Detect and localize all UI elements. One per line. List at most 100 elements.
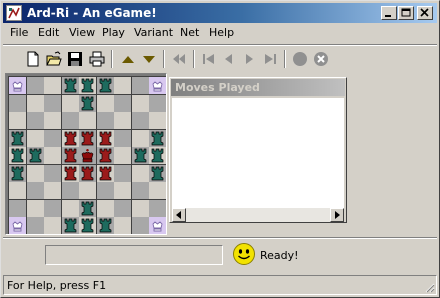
new-game-button[interactable] — [23, 49, 43, 69]
board-square[interactable] — [79, 94, 96, 112]
attacker-piece-icon[interactable] — [29, 148, 42, 163]
board-square[interactable] — [96, 129, 114, 147]
board-square[interactable] — [114, 199, 131, 217]
next-move-button[interactable] — [239, 49, 259, 69]
board-square[interactable] — [96, 199, 114, 217]
board-square[interactable] — [26, 147, 44, 164]
board-square[interactable] — [131, 129, 149, 147]
board-square[interactable] — [114, 112, 131, 129]
defender-piece-icon[interactable] — [64, 131, 77, 146]
attacker-piece-icon[interactable] — [134, 148, 147, 163]
board-square[interactable] — [79, 77, 96, 94]
board-square[interactable] — [61, 94, 79, 112]
menu-net[interactable]: Net — [180, 26, 199, 39]
board-square[interactable] — [149, 147, 166, 164]
board-square[interactable] — [96, 77, 114, 94]
board-square[interactable] — [131, 94, 149, 112]
menu-edit[interactable]: Edit — [38, 26, 59, 39]
rewind-button[interactable] — [169, 49, 189, 69]
defender-piece-icon[interactable] — [99, 131, 112, 146]
menu-view[interactable]: View — [69, 26, 95, 39]
board-square[interactable] — [131, 77, 149, 94]
board-square[interactable] — [79, 199, 96, 217]
board-square[interactable] — [26, 94, 44, 112]
board-square[interactable] — [131, 164, 149, 182]
board-square[interactable] — [26, 129, 44, 147]
open-button[interactable] — [44, 49, 64, 69]
board-square[interactable] — [114, 217, 131, 234]
scroll-right-button[interactable] — [330, 208, 344, 222]
board-square[interactable] — [9, 164, 26, 182]
attacker-piece-icon[interactable] — [81, 201, 94, 216]
board-square[interactable] — [114, 77, 131, 94]
cancel-button[interactable] — [311, 49, 331, 69]
board-square[interactable] — [44, 77, 61, 94]
stop-button[interactable] — [290, 49, 310, 69]
board-square[interactable] — [44, 164, 61, 182]
attacker-piece-icon[interactable] — [81, 78, 94, 93]
save-button[interactable] — [65, 49, 85, 69]
board-square[interactable] — [131, 147, 149, 164]
menu-variant[interactable]: Variant — [134, 26, 173, 39]
board-square[interactable] — [26, 112, 44, 129]
board-square[interactable] — [96, 94, 114, 112]
attacker-piece-icon[interactable] — [64, 78, 77, 93]
defender-piece-icon[interactable] — [81, 166, 94, 181]
attacker-piece-icon[interactable] — [99, 218, 112, 233]
board-square[interactable] — [149, 199, 166, 217]
board-square[interactable] — [96, 147, 114, 164]
board-square[interactable] — [114, 94, 131, 112]
board-corner-square[interactable] — [9, 217, 26, 234]
board-square[interactable] — [131, 199, 149, 217]
close-button[interactable] — [417, 6, 433, 20]
board-square[interactable] — [114, 129, 131, 147]
app-icon[interactable] — [6, 5, 22, 21]
last-move-button[interactable] — [260, 49, 280, 69]
board-square[interactable] — [9, 182, 26, 199]
board-square[interactable] — [149, 164, 166, 182]
board-square[interactable] — [114, 182, 131, 199]
board-square[interactable] — [61, 112, 79, 129]
board-square[interactable] — [131, 217, 149, 234]
board-square[interactable] — [9, 129, 26, 147]
board-square[interactable] — [79, 182, 96, 199]
board-corner-square[interactable] — [149, 217, 166, 234]
board-square[interactable] — [114, 147, 131, 164]
board-square[interactable] — [61, 147, 79, 164]
board-square[interactable] — [61, 217, 79, 234]
board-square[interactable] — [26, 77, 44, 94]
board-square[interactable] — [149, 112, 166, 129]
board-square[interactable] — [26, 217, 44, 234]
king-piece-icon[interactable] — [80, 148, 95, 163]
attacker-piece-icon[interactable] — [11, 148, 24, 163]
board-square[interactable] — [79, 217, 96, 234]
attacker-piece-icon[interactable] — [151, 166, 164, 181]
board-square[interactable] — [26, 182, 44, 199]
board-square[interactable] — [96, 164, 114, 182]
board-square[interactable] — [131, 182, 149, 199]
board-square[interactable] — [44, 217, 61, 234]
previous-move-button[interactable] — [219, 49, 239, 69]
board-square[interactable] — [114, 164, 131, 182]
print-button[interactable] — [87, 49, 107, 69]
board-square[interactable] — [61, 164, 79, 182]
board-square[interactable] — [79, 147, 96, 164]
minimize-button[interactable] — [381, 6, 397, 20]
maximize-button[interactable] — [398, 6, 414, 20]
board-square[interactable] — [61, 77, 79, 94]
board-square[interactable] — [61, 129, 79, 147]
attacker-piece-icon[interactable] — [99, 78, 112, 93]
board-square[interactable] — [79, 164, 96, 182]
board-square[interactable] — [61, 182, 79, 199]
moves-list[interactable] — [172, 98, 344, 210]
board-square[interactable] — [79, 129, 96, 147]
attacker-piece-icon[interactable] — [151, 131, 164, 146]
board-square[interactable] — [61, 199, 79, 217]
attacker-piece-icon[interactable] — [64, 218, 77, 233]
game-board[interactable] — [8, 76, 166, 234]
move-up-button[interactable] — [118, 49, 138, 69]
board-square[interactable] — [149, 182, 166, 199]
board-square[interactable] — [96, 112, 114, 129]
title-bar[interactable]: Ard-Ri - An eGame! — [3, 3, 437, 23]
resize-grip-icon[interactable] — [423, 281, 435, 293]
